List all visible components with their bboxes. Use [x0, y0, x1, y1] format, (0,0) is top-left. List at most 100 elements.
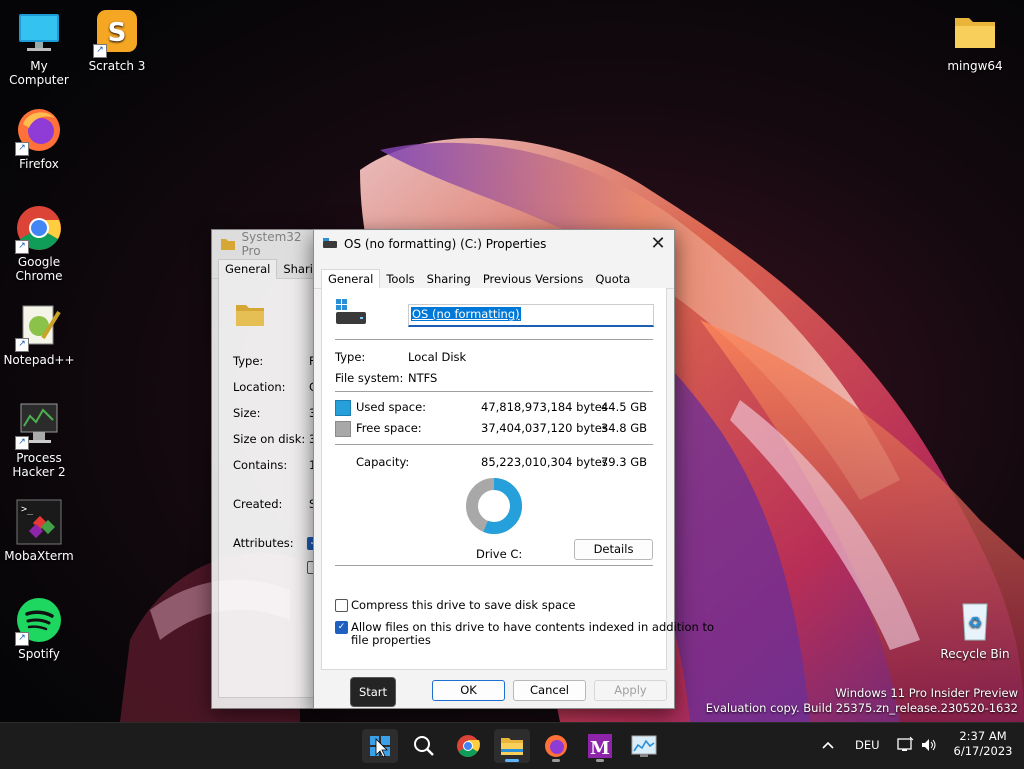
svg-text:♻: ♻ [968, 613, 982, 632]
free-space-bytes: 37,404,037,120 bytes [481, 421, 608, 435]
folder-icon [951, 8, 999, 56]
desktop-icon-label: Notepad++ [3, 353, 75, 367]
shortcut-arrow-icon: ↗ [15, 240, 29, 254]
drive-properties-dialog[interactable]: OS (no formatting) (C:) Properties ✕ Gen… [313, 229, 714, 709]
desktop-icon-label: Google Chrome [15, 255, 63, 283]
running-indicator [505, 759, 519, 762]
drive-icon [323, 238, 337, 248]
allow-indexing-label[interactable]: Allow files on this drive to have conten… [351, 620, 714, 634]
used-space-gb: 44.5 GB [600, 400, 647, 414]
desktop-icon-recycle-bin[interactable]: ♻ Recycle Bin [936, 596, 1014, 661]
disk-usage-donut [466, 478, 522, 534]
divider [335, 444, 653, 445]
type-label: Type: [335, 350, 366, 364]
tooltip-text: Start [358, 685, 388, 699]
clock-time: 2:37 AM [959, 729, 1007, 743]
free-space-label: Free space: [356, 421, 422, 435]
clock-date: 6/17/2023 [953, 744, 1013, 758]
start-icon [370, 736, 390, 758]
clock[interactable]: 2:37 AM 6/17/2023 [950, 729, 1016, 759]
svg-text:S: S [108, 18, 127, 48]
desktop-icon-label: Scratch 3 [88, 59, 146, 73]
folder-icon [236, 305, 264, 326]
ok-button[interactable]: OK [432, 680, 505, 701]
desktop-icon-chrome[interactable]: ↗ Google Chrome [0, 204, 78, 283]
close-icon[interactable]: ✕ [648, 234, 668, 254]
taskbar-resource-monitor[interactable] [626, 729, 662, 763]
chevron-up-icon[interactable] [820, 735, 836, 755]
desktop-icon-notepadpp[interactable]: ↗ Notepad++ [0, 302, 78, 367]
chrome-icon [457, 735, 480, 757]
desktop-icon-mobaxterm[interactable]: >_ MobaXterm [0, 498, 78, 563]
capacity-gb: 79.3 GB [600, 455, 647, 469]
free-space-swatch [335, 421, 351, 437]
notepadpp-icon: ↗ [15, 302, 63, 352]
free-space-gb: 34.8 GB [600, 421, 647, 435]
tab-general[interactable]: General [321, 269, 381, 289]
general-panel: OS (no formatting) Type: Local Disk File… [321, 288, 714, 670]
used-space-swatch [335, 400, 351, 416]
running-indicator [552, 759, 560, 762]
monitor-icon [15, 8, 63, 56]
desktop-icon-label: Recycle Bin [940, 647, 1010, 661]
divider [335, 339, 653, 340]
shortcut-arrow-icon: ↗ [93, 44, 107, 58]
shortcut-arrow-icon: ↗ [15, 338, 29, 352]
tab-general[interactable]: General [218, 259, 278, 279]
drive-caption: Drive C: [476, 547, 523, 561]
cancel-button[interactable]: Cancel [513, 680, 586, 701]
drive-name-input[interactable]: OS (no formatting) [408, 304, 654, 327]
allow-indexing-checkbox[interactable]: ✓ [335, 621, 348, 634]
system32-properties-window[interactable]: System32 Pro General Sharing Type: F Loc… [211, 229, 323, 709]
tab-previous-versions[interactable]: Previous Versions [477, 270, 590, 288]
taskbar: M DEU 2:37 AM 6/17/2023 [0, 722, 1024, 769]
desktop-icon-process-hacker[interactable]: ↗ Process Hacker 2 [0, 400, 78, 479]
taskbar-file-explorer[interactable] [494, 729, 530, 763]
desktop-icon-label: MobaXterm [4, 549, 74, 563]
desktop-icon-label: My Computer [9, 59, 69, 87]
volume-icon[interactable] [920, 736, 938, 757]
contains-label: Contains: [233, 458, 288, 472]
title-bar[interactable]: System32 Pro [212, 230, 322, 258]
start-button[interactable] [362, 729, 398, 763]
desktop-icon-spotify[interactable]: ↗ Spotify [0, 596, 78, 661]
title-bar[interactable]: OS (no formatting) (C:) Properties ✕ [314, 230, 674, 258]
desktop-icon-label: Process Hacker 2 [12, 451, 66, 479]
window-title: System32 Pro [241, 230, 302, 258]
capacity-bytes: 85,223,010,304 bytes [481, 455, 608, 469]
network-icon[interactable] [896, 736, 914, 757]
desktop-icon-firefox[interactable]: ↗ Firefox [0, 106, 78, 171]
search-button[interactable] [406, 729, 442, 763]
type-label: Type: [233, 354, 264, 368]
watermark-line-2: Evaluation copy. Build 25375.zn_release.… [705, 701, 1018, 715]
apply-button[interactable]: Apply [594, 680, 667, 701]
details-button[interactable]: Details [574, 539, 653, 560]
resource-monitor-icon [631, 735, 657, 757]
chrome-icon: ↗ [15, 204, 63, 254]
mobaxterm-icon: M [588, 734, 612, 759]
compress-drive-checkbox[interactable] [335, 599, 348, 612]
tab-sharing[interactable]: Sharing [421, 270, 477, 288]
tab-tools[interactable]: Tools [380, 270, 420, 288]
shortcut-arrow-icon: ↗ [15, 142, 29, 156]
taskbar-firefox[interactable] [538, 729, 574, 763]
desktop-icon-scratch[interactable]: S ↗ Scratch 3 [78, 8, 156, 73]
general-panel: Type: F Location: C Size: 3 Size on disk… [218, 279, 322, 698]
desktop-icon-my-computer[interactable]: My Computer [0, 8, 78, 87]
desktop-icon-mingw64[interactable]: mingw64 [936, 8, 1014, 73]
allow-indexing-label-2[interactable]: file properties [351, 633, 431, 647]
size-on-disk-label: Size on disk: [233, 432, 306, 446]
language-indicator[interactable]: DEU [855, 738, 880, 752]
divider [335, 565, 653, 566]
taskbar-chrome[interactable] [450, 729, 486, 763]
shortcut-arrow-icon: ↗ [15, 436, 29, 450]
tab-bar: General Tools Sharing Previous Versions … [314, 268, 674, 289]
firefox-icon [545, 735, 567, 757]
watermark-line-1: Windows 11 Pro Insider Preview [835, 686, 1018, 700]
tab-quota[interactable]: Quota [589, 270, 636, 288]
compress-drive-label[interactable]: Compress this drive to save disk space [351, 598, 575, 612]
spotify-icon: ↗ [15, 596, 63, 646]
firefox-icon: ↗ [15, 106, 63, 156]
taskbar-mobaxterm[interactable]: M [582, 729, 618, 763]
capacity-label: Capacity: [356, 455, 410, 469]
